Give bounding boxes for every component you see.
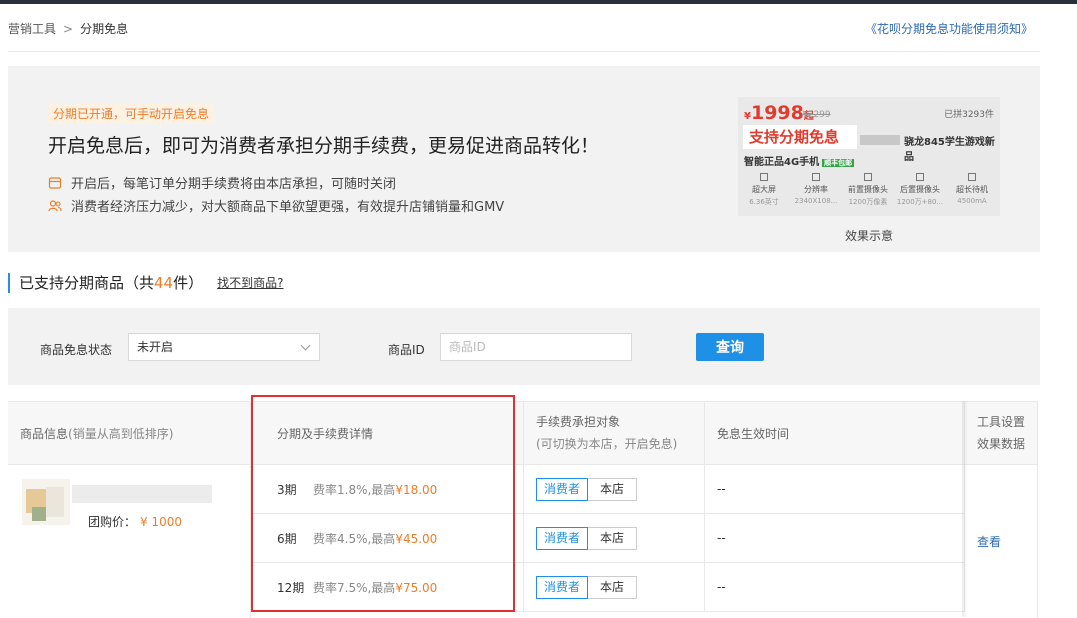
preview-old-price: ¥2299	[802, 110, 831, 120]
divider	[8, 51, 1040, 52]
preview-spec: 超长待机 4500mA	[946, 173, 998, 207]
fee-payer-cell: 消费者 本店	[524, 563, 705, 612]
intro-banner: 分期已开通，可手动开启免息 开启免息后，即可为消费者承担分期手续费，更易促进商品…	[8, 66, 1040, 252]
filter-bar: 商品免息状态 未开启 商品ID 查询	[8, 308, 1040, 385]
header-effective-time: 免息生效时间	[705, 402, 965, 465]
payer-store-option[interactable]: 本店	[588, 477, 638, 501]
product-table: 商品信息 (销量从高到低排序) 分期及手续费详情 手续费承担对象 (可切换为本店，开…	[8, 401, 1038, 618]
product-id-input[interactable]	[440, 333, 632, 361]
product-title-blurred	[72, 485, 212, 503]
preview-sold-count: 已拼3293件	[944, 110, 994, 120]
payer-store-option[interactable]: 本店	[588, 526, 638, 550]
status-select-value: 未开启	[137, 340, 174, 354]
preview-spec: 前置摄像头 1200万像素	[842, 173, 894, 207]
chevron-down-icon	[300, 340, 311, 351]
fixed-column-shadow	[962, 401, 968, 617]
preview-subtitle: 智能正品4G手机 顺丰包邮	[744, 157, 855, 168]
payer-consumer-option[interactable]: 消费者	[536, 575, 589, 599]
effective-time-cell: --	[705, 563, 965, 612]
preview-spec: 分辨率 2340X108...	[790, 173, 842, 207]
query-button[interactable]: 查询	[696, 333, 764, 361]
id-filter-label: 商品ID	[388, 343, 425, 357]
header-tools: 工具设置 效果数据	[965, 402, 1038, 465]
payer-consumer-option[interactable]: 消费者	[536, 477, 589, 501]
header-product: 商品信息 (销量从高到低排序)	[8, 402, 251, 465]
preview-installment-tag: 支持分期免息	[743, 125, 857, 149]
benefit-text: 消费者经济压力减少，对大额商品下单欲望更强，有效提升店铺销量和GMV	[71, 200, 505, 215]
status-filter-label: 商品免息状态	[40, 343, 113, 357]
payer-consumer-option[interactable]: 消费者	[536, 526, 589, 550]
fee-payer-cell: 消费者 本店	[524, 514, 705, 563]
group-price: 团购价： ¥ 1000	[88, 515, 183, 529]
breadcrumb-separator: >	[63, 21, 74, 36]
preview-spec: 后置摄像头 1200万+80...	[894, 173, 946, 207]
benefit-text: 开启后，每笔订单分期手续费将由本店承担，可随时关闭	[71, 177, 397, 192]
benefit-point: 开启后，每笔订单分期手续费将由本店承担，可随时关闭	[48, 173, 396, 192]
fee-payer-toggle: 消费者 本店	[536, 575, 638, 599]
preview-blurred-text	[860, 135, 900, 145]
breadcrumb-current: 分期免息	[80, 22, 129, 36]
not-found-link[interactable]: 找不到商品?	[217, 273, 283, 293]
effective-time-cell: --	[705, 465, 965, 514]
preview-specs: 超大屏 6.36英寸 分辨率 2340X108... 前置摄像头 1200万像素 后置…	[738, 173, 1000, 207]
users-icon	[48, 199, 62, 211]
preview-caption: 效果示意	[844, 229, 893, 243]
breadcrumb-parent[interactable]: 营销工具	[8, 20, 56, 37]
preview-title: 骁龙845学生游戏新品	[904, 137, 995, 163]
view-link[interactable]: 查看	[977, 533, 1001, 550]
banner-headline: 开启免息后，即可为消费者承担分期手续费，更易促进商品转化！	[48, 135, 600, 157]
preview-spec: 超大屏 6.36英寸	[738, 173, 790, 207]
benefit-point: 消费者经济压力减少，对大额商品下单欲望更强，有效提升店铺销量和GMV	[48, 196, 504, 215]
effective-time-cell: --	[705, 514, 965, 563]
highlight-box	[251, 395, 515, 612]
fee-payer-toggle: 消费者 本店	[536, 526, 638, 550]
tools-cell: 查看	[965, 465, 1038, 618]
breadcrumb: 营销工具 > 分期免息	[8, 20, 128, 37]
header-fee-payer: 手续费承担对象 (可切换为本店，开启免息)	[524, 402, 705, 465]
product-count: 44	[154, 274, 174, 292]
product-info-cell: 团购价： ¥ 1000	[8, 465, 251, 618]
payer-store-option[interactable]: 本店	[588, 575, 638, 599]
status-select[interactable]: 未开启	[128, 333, 320, 361]
fee-payer-cell: 消费者 本店	[524, 465, 705, 514]
status-badge: 分期已开通，可手动开启免息	[48, 103, 215, 124]
top-bar	[0, 0, 1077, 4]
shop-icon	[48, 176, 62, 189]
effect-preview-image: ¥1998起 ¥2299 已拼3293件 支持分期免息 骁龙845学生游戏新品 …	[738, 97, 1000, 216]
fee-payer-toggle: 消费者 本店	[536, 477, 638, 501]
preview-shipping-badge: 顺丰包邮	[822, 159, 855, 167]
section-title: 已支持分期商品（共 44 件） 找不到商品?	[8, 273, 284, 293]
usage-notice-link[interactable]: 《花呗分期免息功能使用须知》	[865, 20, 1033, 37]
product-thumbnail	[22, 479, 70, 525]
